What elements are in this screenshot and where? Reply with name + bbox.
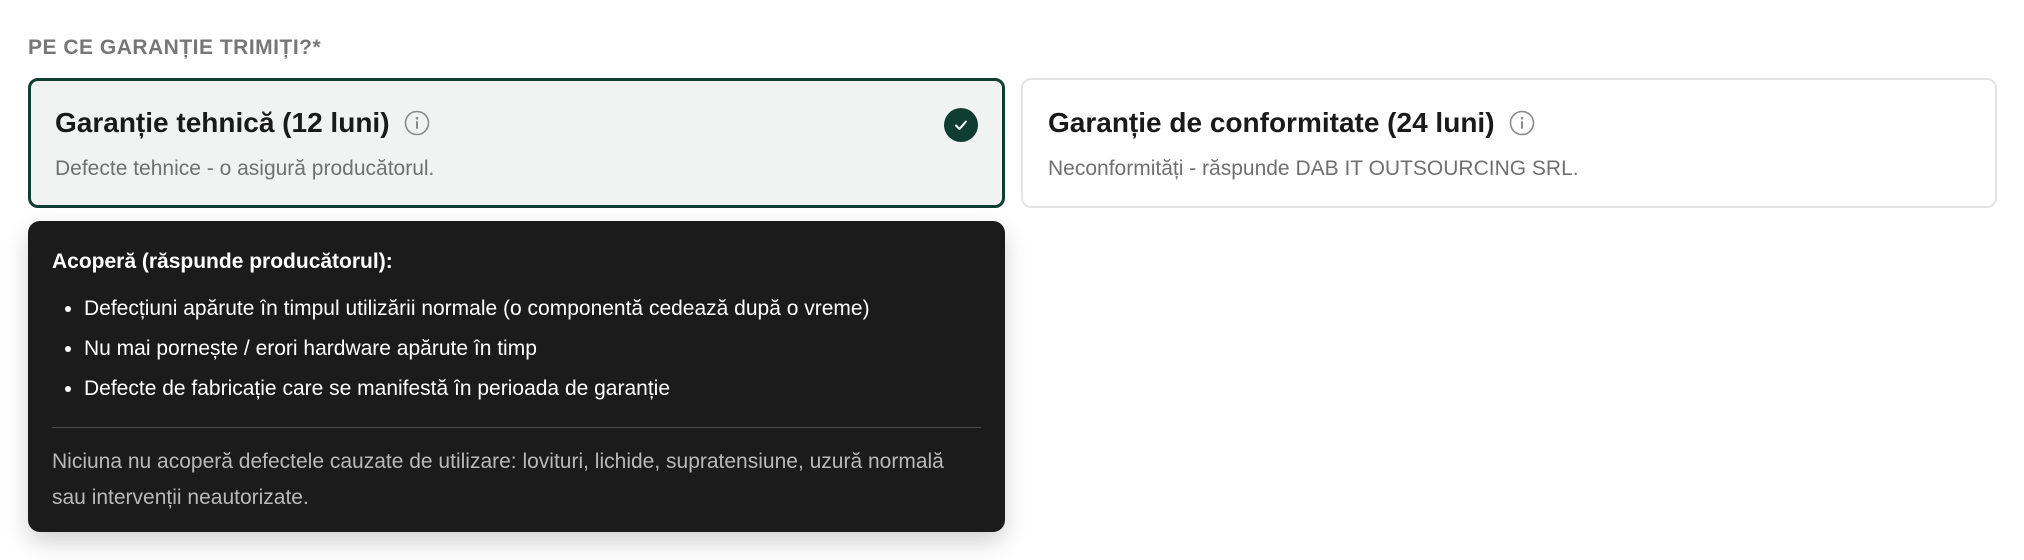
coverage-tooltip: Acoperă (răspunde producătorul): Defecți… xyxy=(28,221,1005,532)
warranty-selection: PE CE GARANȚIE TRIMIȚI?* Garanție tehnic… xyxy=(0,0,2024,560)
coverage-item: Nu mai pornește / erori hardware apărute… xyxy=(84,329,981,369)
option-card-conformity-warranty[interactable]: Garanție de conformitate (24 luni) Necon… xyxy=(1021,78,1997,208)
option-title: Garanție tehnică (12 luni) xyxy=(55,107,390,138)
option-title-row: Garanție de conformitate (24 luni) xyxy=(1048,107,1535,139)
coverage-item: Defecte de fabricație care se manifestă … xyxy=(84,369,981,409)
option-card-technical-warranty[interactable]: Garanție tehnică (12 luni) Defecte tehni… xyxy=(28,78,1005,208)
section-label: PE CE GARANȚIE TRIMIȚI?* xyxy=(28,36,322,59)
tooltip-note: Niciuna nu acoperă defectele cauzate de … xyxy=(52,450,944,509)
tooltip-heading: Acoperă (răspunde producătorul): xyxy=(52,250,393,273)
option-title-row: Garanție tehnică (12 luni) xyxy=(55,107,430,139)
info-icon[interactable] xyxy=(1509,110,1535,136)
option-description: Neconformități - răspunde DAB IT OUTSOUR… xyxy=(1048,157,1579,180)
option-description: Defecte tehnice - o asigură producătorul… xyxy=(55,157,435,180)
check-icon xyxy=(944,108,978,142)
coverage-item: Defecțiuni apărute în timpul utilizării … xyxy=(84,289,981,329)
info-icon[interactable] xyxy=(404,110,430,136)
tooltip-divider xyxy=(52,427,981,428)
option-title: Garanție de conformitate (24 luni) xyxy=(1048,107,1495,138)
coverage-list: Defecțiuni apărute în timpul utilizării … xyxy=(52,289,981,409)
